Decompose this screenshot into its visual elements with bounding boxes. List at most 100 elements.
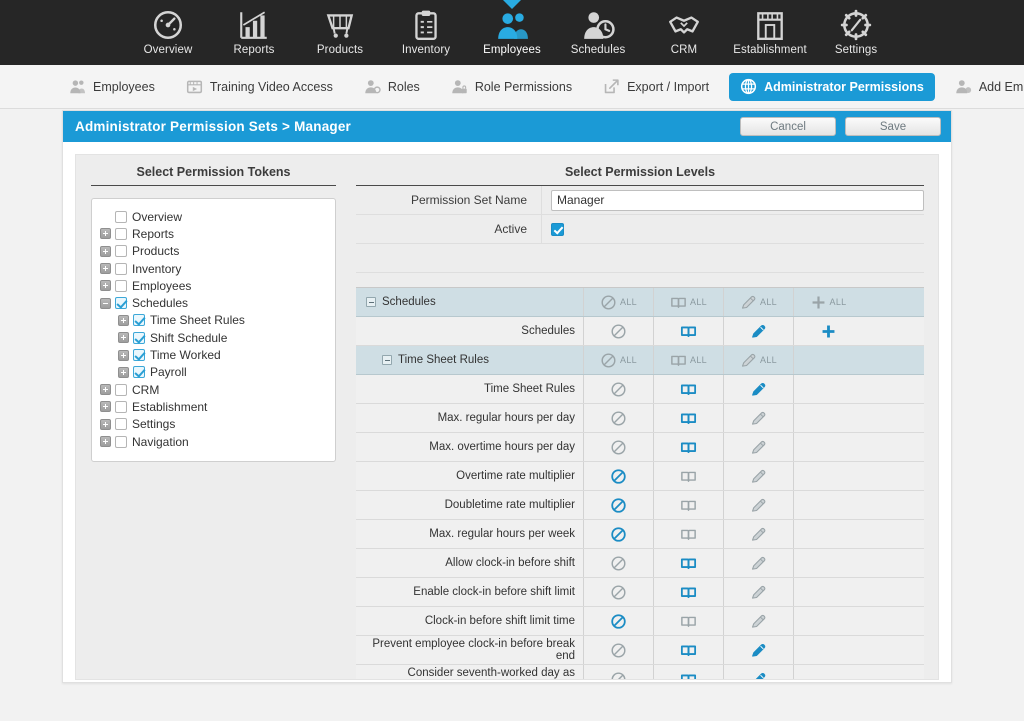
section-collapse-icon[interactable] <box>382 355 392 365</box>
permission-cell-view[interactable] <box>654 607 724 635</box>
token-checkbox[interactable] <box>115 435 127 448</box>
token-checkbox[interactable] <box>115 400 127 413</box>
permission-cell-edit[interactable] <box>724 491 794 519</box>
token-checkbox[interactable] <box>115 262 127 275</box>
permission-cell-view[interactable]: ALL <box>654 346 724 374</box>
permission-cell-add[interactable]: ALL <box>794 288 862 316</box>
permission-cell-deny[interactable] <box>584 462 654 490</box>
token-tree-row[interactable]: Time Sheet Rules <box>100 312 327 329</box>
permission-cell-edit[interactable] <box>724 607 794 635</box>
expand-plus-icon[interactable] <box>100 245 111 257</box>
active-checkbox[interactable] <box>551 222 564 236</box>
topnav-item-inventory[interactable]: Inventory <box>383 0 469 65</box>
permission-cell-edit[interactable] <box>724 578 794 606</box>
token-tree-row[interactable]: Time Worked <box>100 346 327 363</box>
subnav-item-employees[interactable]: Employees <box>58 73 166 101</box>
permission-cell-edit[interactable] <box>724 636 794 664</box>
token-checkbox[interactable] <box>133 366 145 379</box>
permission-cell-add[interactable] <box>794 317 862 345</box>
expand-plus-icon[interactable] <box>100 384 111 396</box>
permission-cell-edit[interactable] <box>724 520 794 548</box>
subnav-item-roles[interactable]: Roles <box>353 73 431 101</box>
token-checkbox[interactable] <box>115 245 127 258</box>
permission-cell-deny[interactable] <box>584 404 654 432</box>
token-tree-row[interactable]: Navigation <box>100 433 327 450</box>
expand-plus-icon[interactable] <box>100 263 111 275</box>
expand-plus-icon[interactable] <box>100 418 111 430</box>
token-checkbox[interactable] <box>115 279 127 292</box>
permission-cell-edit[interactable] <box>724 549 794 577</box>
subnav-item-add-employee[interactable]: Add Employee <box>944 73 1024 101</box>
permission-cell-view[interactable]: ALL <box>654 288 724 316</box>
permission-cell-view[interactable] <box>654 491 724 519</box>
topnav-item-overview[interactable]: Overview <box>125 0 211 65</box>
permission-set-name-input[interactable] <box>551 189 924 211</box>
topnav-item-settings[interactable]: Settings <box>813 0 899 65</box>
token-checkbox[interactable] <box>115 418 127 431</box>
token-checkbox[interactable] <box>115 297 127 310</box>
permission-cell-edit[interactable] <box>724 317 794 345</box>
permission-cell-view[interactable] <box>654 317 724 345</box>
save-button[interactable]: Save <box>845 117 941 136</box>
token-tree-row[interactable]: CRM <box>100 381 327 398</box>
permission-cell-edit[interactable]: ALL <box>724 346 794 374</box>
permission-cell-deny[interactable] <box>584 375 654 403</box>
topnav-item-crm[interactable]: CRM <box>641 0 727 65</box>
token-checkbox[interactable] <box>115 227 127 240</box>
expand-plus-icon[interactable] <box>100 401 111 413</box>
topnav-item-establishment[interactable]: Establishment <box>727 0 813 65</box>
permission-cell-view[interactable] <box>654 665 724 679</box>
permission-cell-deny[interactable] <box>584 491 654 519</box>
token-checkbox[interactable] <box>115 210 127 223</box>
permission-cell-deny[interactable] <box>584 636 654 664</box>
permission-cell-edit[interactable]: ALL <box>724 288 794 316</box>
token-checkbox[interactable] <box>133 349 145 362</box>
token-tree-row[interactable]: Overview <box>100 208 327 225</box>
permission-cell-view[interactable] <box>654 520 724 548</box>
token-checkbox[interactable] <box>133 331 145 344</box>
expand-plus-icon[interactable] <box>118 349 129 361</box>
topnav-item-employees[interactable]: Employees <box>469 0 555 65</box>
permission-cell-deny[interactable] <box>584 433 654 461</box>
permission-cell-edit[interactable] <box>724 665 794 679</box>
permission-cell-deny[interactable] <box>584 665 654 679</box>
subnav-item-training-video-access[interactable]: Training Video Access <box>175 73 344 101</box>
topnav-item-schedules[interactable]: Schedules <box>555 0 641 65</box>
subnav-item-export-import[interactable]: Export / Import <box>592 73 720 101</box>
token-tree-row[interactable]: Employees <box>100 277 327 294</box>
permission-cell-view[interactable] <box>654 636 724 664</box>
token-tree-row[interactable]: Inventory <box>100 260 327 277</box>
permission-cell-view[interactable] <box>654 433 724 461</box>
token-tree-row[interactable]: Establishment <box>100 398 327 415</box>
token-checkbox[interactable] <box>115 383 127 396</box>
subnav-item-role-permissions[interactable]: Role Permissions <box>440 73 583 101</box>
expand-plus-icon[interactable] <box>118 366 129 378</box>
token-tree-row[interactable]: Payroll <box>100 364 327 381</box>
permission-cell-view[interactable] <box>654 404 724 432</box>
expand-plus-icon[interactable] <box>100 436 111 447</box>
topnav-item-products[interactable]: Products <box>297 0 383 65</box>
expand-plus-icon[interactable] <box>118 314 129 326</box>
expand-plus-icon[interactable] <box>100 280 111 292</box>
token-tree-row[interactable]: Settings <box>100 416 327 433</box>
subnav-item-administrator-permissions[interactable]: Administrator Permissions <box>729 72 935 101</box>
permission-cell-edit[interactable] <box>724 433 794 461</box>
topnav-item-reports[interactable]: Reports <box>211 0 297 65</box>
expand-plus-icon[interactable] <box>100 228 111 240</box>
permission-cell-view[interactable] <box>654 549 724 577</box>
permission-cell-deny[interactable] <box>584 549 654 577</box>
token-tree-row[interactable]: Reports <box>100 225 327 242</box>
token-tree-row[interactable]: Products <box>100 243 327 260</box>
permission-cell-deny[interactable] <box>584 578 654 606</box>
permission-cell-deny[interactable] <box>584 607 654 635</box>
section-collapse-icon[interactable] <box>366 297 376 307</box>
permission-cell-view[interactable] <box>654 578 724 606</box>
permission-cell-view[interactable] <box>654 375 724 403</box>
permission-cell-edit[interactable] <box>724 375 794 403</box>
permission-cell-edit[interactable] <box>724 462 794 490</box>
expand-plus-icon[interactable] <box>118 332 129 344</box>
collapse-minus-icon[interactable] <box>100 297 111 309</box>
token-checkbox[interactable] <box>133 314 145 327</box>
permission-cell-deny[interactable]: ALL <box>584 346 654 374</box>
token-tree-row[interactable]: Schedules <box>100 294 327 311</box>
